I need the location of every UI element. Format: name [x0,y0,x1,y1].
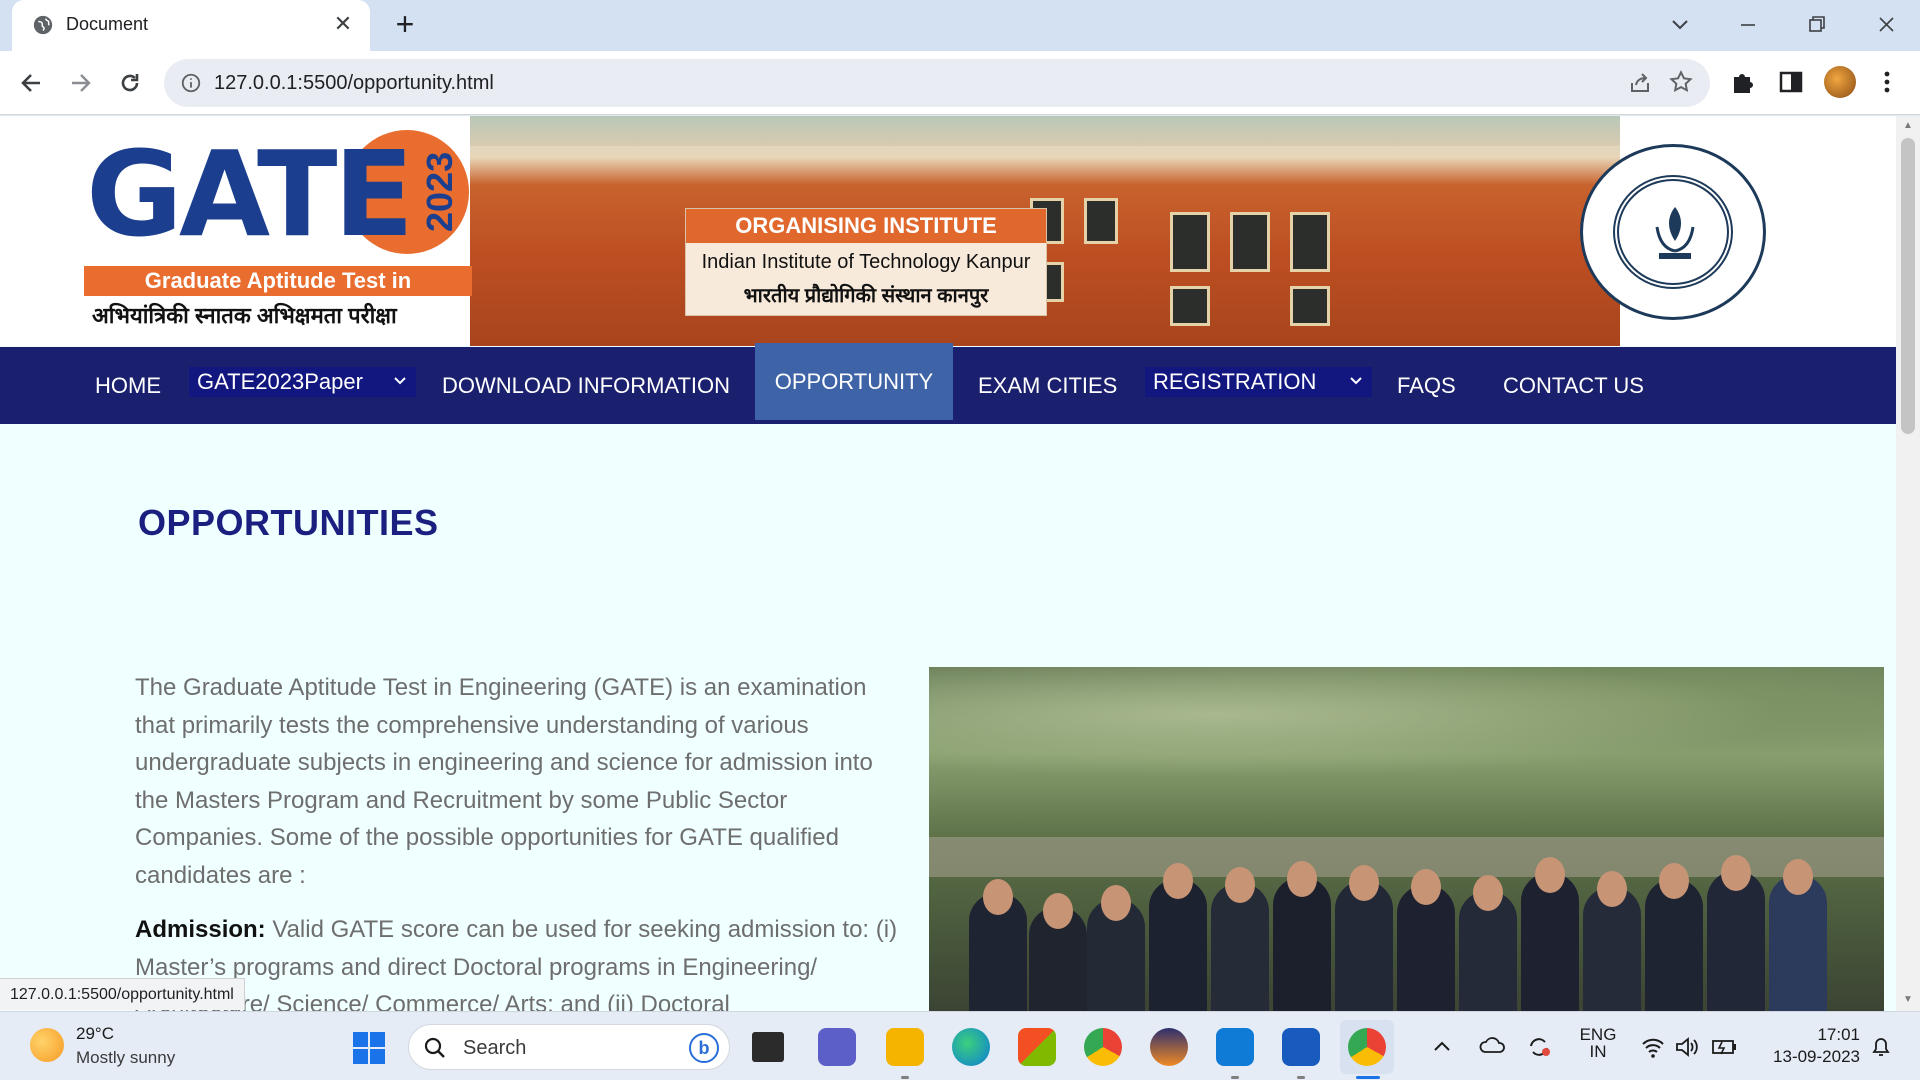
system-clock[interactable]: 17:01 13-09-2023 [1750,1024,1860,1068]
sync-icon[interactable] [1524,1030,1554,1064]
admission-label: Admission: [135,916,266,943]
bookmark-star-icon[interactable] [1668,69,1694,95]
windows-taskbar: 29°C Mostly sunny Search b ENG IN 17:01 … [0,1011,1920,1080]
site-info-icon[interactable] [180,72,202,94]
page-viewport: GATE 2023 Graduate Aptitude Test in Engi… [0,116,1896,1011]
tab-search-icon[interactable] [1660,8,1700,42]
tab-title: Document [66,14,149,34]
logo-subtitle: Graduate Aptitude Test in Engineering [84,266,472,323]
organising-institute-box: ORGANISING INSTITUTE Indian Institute of… [685,208,1047,316]
main-navbar: HOME GATE2023Paper DOWNLOAD INFORMATION … [0,343,1896,424]
eclipse-icon[interactable] [1150,1028,1188,1066]
scroll-up-arrow-icon[interactable]: ▲ [1902,120,1914,132]
battery-icon[interactable] [1710,1030,1738,1064]
windows-start-icon[interactable] [352,1031,386,1065]
profile-avatar[interactable] [1824,66,1856,98]
page-title: OPPORTUNITIES [138,502,439,543]
vertical-scrollbar[interactable]: ▲ ▼ [1896,116,1920,1011]
language-region: IN [1589,1042,1607,1061]
address-bar[interactable]: 127.0.0.1:5500/opportunity.html [164,59,1710,107]
task-view-icon[interactable] [752,1032,784,1062]
nav-download-information[interactable]: DOWNLOAD INFORMATION [442,347,730,424]
nav-opportunity[interactable]: OPPORTUNITY [755,343,953,420]
more-menu-icon[interactable] [1872,67,1902,97]
language-code: ENG [1579,1025,1617,1044]
browser-tab[interactable]: Document ✕ [12,0,370,51]
new-tab-button[interactable]: + [388,8,422,42]
onedrive-cloud-icon[interactable] [1478,1030,1508,1064]
microsoft-store-icon[interactable] [1018,1028,1056,1066]
extensions-puzzle-icon[interactable] [1728,67,1758,97]
org-name-english: Indian Institute of Technology Kanpur [701,251,1031,273]
reload-icon[interactable] [110,63,150,103]
share-icon[interactable] [1628,71,1652,95]
logo-gate-text: GATE [86,125,414,263]
status-bar-url: 127.0.0.1:5500/opportunity.html [0,978,245,1010]
weather-sun-icon[interactable] [30,1028,64,1062]
search-icon [424,1037,445,1058]
restore-icon[interactable] [1796,8,1836,42]
chrome-profile-icon[interactable] [1348,1028,1386,1066]
globe-icon [33,15,53,35]
back-arrow-icon[interactable] [12,63,52,103]
org-name-hindi: भारतीय प्रौद्योगिकी संस्थान कानपुर [743,285,989,307]
notification-bell-icon[interactable] [1866,1030,1896,1064]
iit-kanpur-seal-logo [1580,144,1766,320]
org-heading: ORGANISING INSTITUTE [686,209,1046,243]
chevron-down-icon [1350,377,1362,385]
teams-chat-icon[interactable] [818,1028,856,1066]
minimize-icon[interactable] [1728,8,1768,42]
students-group-photo [929,667,1884,1011]
header-banner: GATE 2023 Graduate Aptitude Test in Engi… [0,116,1896,346]
weather-temperature[interactable]: 29°C [76,1024,114,1044]
search-label: Search [463,1037,527,1059]
close-window-icon[interactable] [1866,8,1906,42]
logo-year-text: 2023 [419,152,460,232]
forward-arrow-icon[interactable] [60,63,100,103]
word-icon[interactable] [1282,1028,1320,1066]
edge-browser-icon[interactable] [952,1028,990,1066]
nav-home[interactable]: HOME [95,347,161,424]
nav-registration-dropdown[interactable]: REGISTRATION [1145,367,1372,397]
admission-paragraph: Admission: Valid GATE score can be used … [135,911,905,1011]
taskbar-search-box[interactable]: Search b [408,1024,730,1070]
nav-paper-label: GATE2023Paper [197,369,363,394]
tab-strip: Document ✕ + [0,0,1920,51]
clock-time: 17:01 [1817,1025,1860,1044]
logo-year: 2023 [418,144,462,238]
weather-description[interactable]: Mostly sunny [76,1048,175,1068]
wifi-icon[interactable] [1640,1030,1666,1064]
nav-exam-cities[interactable]: EXAM CITIES [978,347,1117,424]
browser-toolbar: 127.0.0.1:5500/opportunity.html [0,51,1920,115]
close-tab-icon[interactable]: ✕ [330,11,356,37]
logo-hindi-subtitle: अभियांत्रिकी स्नातक अभिक्षमता परीक्षा [92,303,397,328]
chrome-icon[interactable] [1084,1028,1122,1066]
scrollbar-thumb[interactable] [1901,138,1915,434]
vscode-icon[interactable] [1216,1028,1254,1066]
nav-gate2023-paper-dropdown[interactable]: GATE2023Paper [189,367,416,397]
scroll-down-arrow-icon[interactable]: ▼ [1902,994,1914,1006]
clock-date: 13-09-2023 [1773,1047,1860,1066]
file-explorer-icon[interactable] [886,1028,924,1066]
show-hidden-icons-chevron-icon[interactable] [1430,1030,1454,1064]
side-panel-icon[interactable] [1776,67,1806,97]
bing-icon[interactable]: b [689,1033,719,1063]
nav-contact-us[interactable]: CONTACT US [1503,347,1644,424]
language-indicator[interactable]: ENG IN [1578,1026,1618,1060]
nav-faqs[interactable]: FAQS [1397,347,1456,424]
url-text[interactable]: 127.0.0.1:5500/opportunity.html [214,72,494,95]
speaker-volume-icon[interactable] [1674,1030,1700,1064]
intro-paragraph: The Graduate Aptitude Test in Engineerin… [135,674,873,889]
chevron-down-icon [394,377,406,385]
nav-registration-label: REGISTRATION [1153,369,1317,394]
